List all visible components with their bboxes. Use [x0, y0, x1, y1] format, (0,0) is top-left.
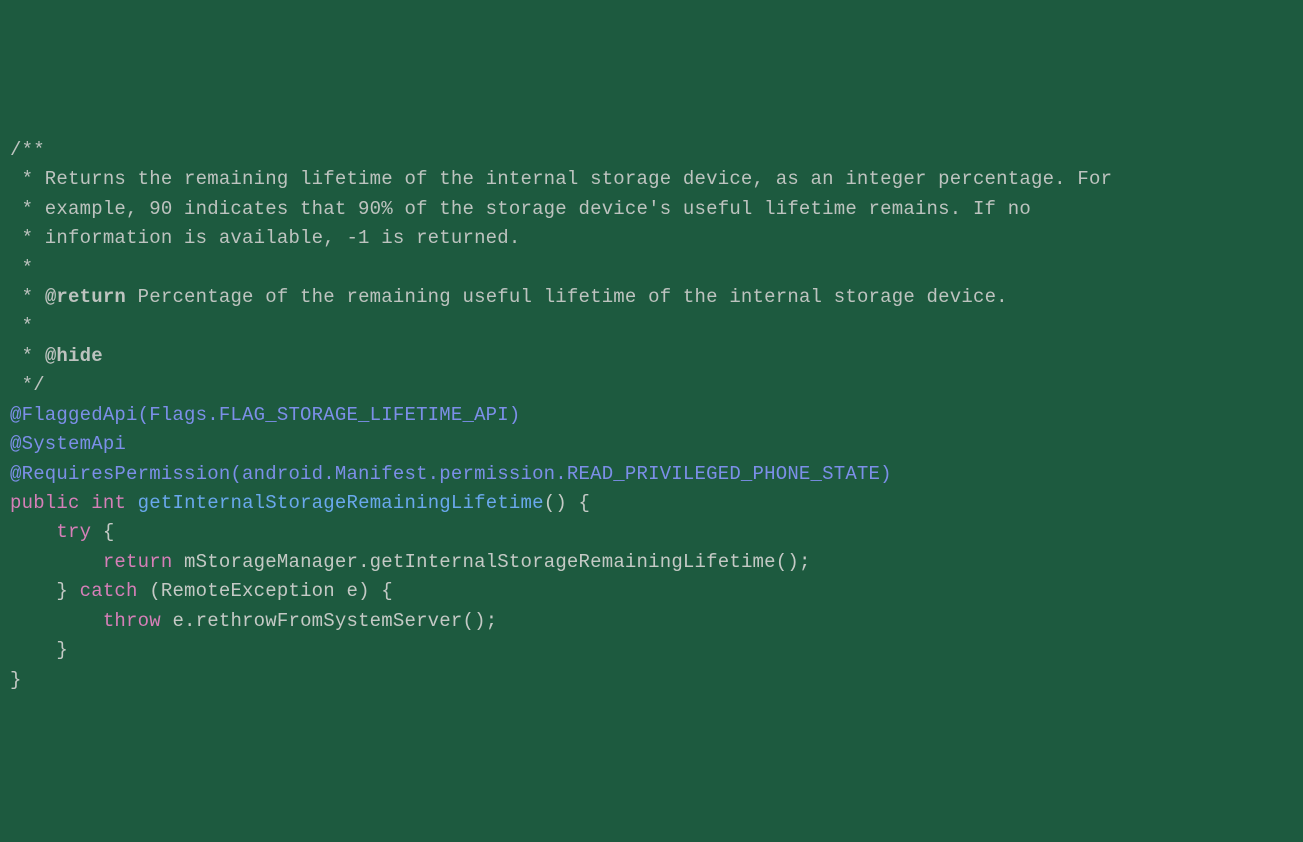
catch-line: } catch (RemoteException e) { — [10, 577, 1293, 606]
keyword-int: int — [91, 492, 126, 514]
comment-text: Percentage of the remaining useful lifet… — [126, 286, 1008, 308]
annotation-systemapi: @SystemApi — [10, 430, 1293, 459]
comment-return-line: * @return Percentage of the remaining us… — [10, 283, 1293, 312]
code-block: /** * Returns the remaining lifetime of … — [10, 136, 1293, 695]
method-sig-rest: () { — [544, 492, 590, 514]
indent — [10, 551, 103, 573]
throw-line: throw e.rethrowFromSystemServer(); — [10, 607, 1293, 636]
comment-line: * example, 90 indicates that 90% of the … — [10, 195, 1293, 224]
brace: { — [91, 521, 114, 543]
space — [80, 492, 92, 514]
keyword-catch: catch — [80, 580, 138, 602]
annotation-flaggedapi: @FlaggedApi(Flags.FLAG_STORAGE_LIFETIME_… — [10, 401, 1293, 430]
method-name: getInternalStorageRemainingLifetime — [138, 492, 544, 514]
keyword-return: return — [103, 551, 173, 573]
comment-line: * — [10, 254, 1293, 283]
method-signature: public int getInternalStorageRemainingLi… — [10, 489, 1293, 518]
try-line: try { — [10, 518, 1293, 547]
keyword-try: try — [56, 521, 91, 543]
method-close: } — [10, 666, 1293, 695]
comment-line: * information is available, -1 is return… — [10, 224, 1293, 253]
comment-prefix: * — [10, 345, 45, 367]
javadoc-hide-tag: @hide — [45, 345, 103, 367]
return-line: return mStorageManager.getInternalStorag… — [10, 548, 1293, 577]
comment-prefix: * — [10, 286, 45, 308]
annotation-requirespermission: @RequiresPermission(android.Manifest.per… — [10, 460, 1293, 489]
comment-hide-line: * @hide — [10, 342, 1293, 371]
javadoc-return-tag: @return — [45, 286, 126, 308]
comment-line: * Returns the remaining lifetime of the … — [10, 165, 1293, 194]
return-expression: mStorageManager.getInternalStorageRemain… — [172, 551, 810, 573]
catch-args: (RemoteException e) { — [138, 580, 393, 602]
try-close: } — [10, 580, 80, 602]
comment-line: * — [10, 312, 1293, 341]
comment-line: */ — [10, 371, 1293, 400]
indent — [10, 521, 56, 543]
throw-expression: e.rethrowFromSystemServer(); — [161, 610, 497, 632]
comment-line: /** — [10, 136, 1293, 165]
indent — [10, 610, 103, 632]
keyword-throw: throw — [103, 610, 161, 632]
keyword-public: public — [10, 492, 80, 514]
space — [126, 492, 138, 514]
catch-close: } — [10, 636, 1293, 665]
